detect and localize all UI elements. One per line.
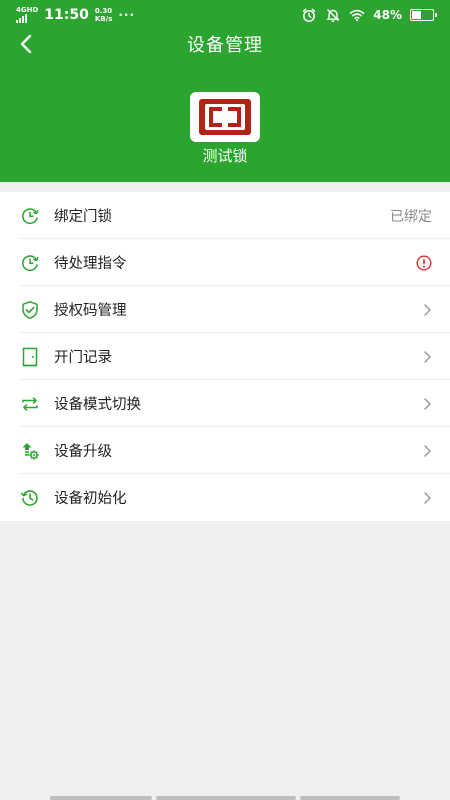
chevron-right-icon [424,444,431,457]
alert-icon [416,254,432,271]
menu-item-label: 设备初始化 [54,491,127,507]
menu-item-unlock-records[interactable]: 开门记录 [0,333,450,380]
menu-item-initialize[interactable]: 设备初始化 [0,474,450,521]
switch-icon [22,397,38,411]
door-icon [22,347,38,367]
network-subtype: HD [26,6,39,14]
status-bar: 4GHD 11:50 0.30 KB/s ··· 48% [0,0,450,30]
alarm-clock-icon [303,8,316,22]
more-notifications-icon: ··· [118,8,136,22]
menu-item-label: 设备升级 [54,444,112,460]
network-type: 4G [16,6,27,14]
menu-item-upgrade[interactable]: 设备升级 [0,427,450,474]
menu-item-label: 授权码管理 [54,303,127,319]
chevron-left-icon [20,34,32,54]
menu-item-pending-commands[interactable]: 待处理指令 [0,239,450,286]
reset-icon [20,490,38,506]
device-name: 测试锁 [202,147,248,165]
status-time: 11:50 [44,7,89,23]
signal-indicator: 4GHD [16,7,38,23]
menu-item-label: 绑定门锁 [54,209,112,225]
menu-item-mode-switch[interactable]: 设备模式切换 [0,380,450,427]
chevron-right-icon [424,397,431,410]
menu-item-label: 待处理指令 [54,256,127,272]
speed-value: 0.30 [94,7,113,15]
wifi-icon [349,9,365,22]
menu-item-auth-code[interactable]: 授权码管理 [0,286,450,333]
system-nav-home-bar[interactable] [156,796,296,800]
battery-level-fill [412,11,421,19]
network-speed: 0.30 KB/s [95,7,112,23]
upgrade-gear-icon [22,443,40,461]
mute-bell-icon [326,8,340,23]
page-title: 设备管理 [187,35,263,56]
menu-item-label: 开门记录 [54,350,112,366]
device-management-screen: 4GHD 11:50 0.30 KB/s ··· 48% 设备管理 测试锁 绑定… [0,0,450,800]
clock-icon [22,208,39,225]
battery-icon [410,9,437,21]
signal-bars-icon [16,14,38,23]
chevron-right-icon [424,303,431,316]
bind-status-value: 已绑定 [390,208,432,225]
shield-check-icon [22,301,38,319]
chevron-right-icon [424,491,431,504]
lock-brand-logo-icon [199,99,251,135]
clock-icon [22,255,39,272]
system-nav-recent-bar[interactable] [300,796,400,800]
speed-unit: KB/s [94,15,113,23]
menu-item-label: 设备模式切换 [54,397,141,413]
chevron-right-icon [424,350,431,363]
header: 4GHD 11:50 0.30 KB/s ··· 48% 设备管理 测试锁 [0,0,450,182]
nav-bar: 设备管理 [0,28,450,60]
system-nav-back-bar[interactable] [50,796,152,800]
battery-percent: 48% [373,8,402,22]
device-menu-list: 绑定门锁 已绑定 待处理指令 授权码管理 开门记录 设备模式切换 设备升级 设备… [0,192,450,521]
device-logo [190,92,260,142]
menu-item-bind-lock[interactable]: 绑定门锁 已绑定 [0,192,450,239]
back-button[interactable] [12,30,40,58]
